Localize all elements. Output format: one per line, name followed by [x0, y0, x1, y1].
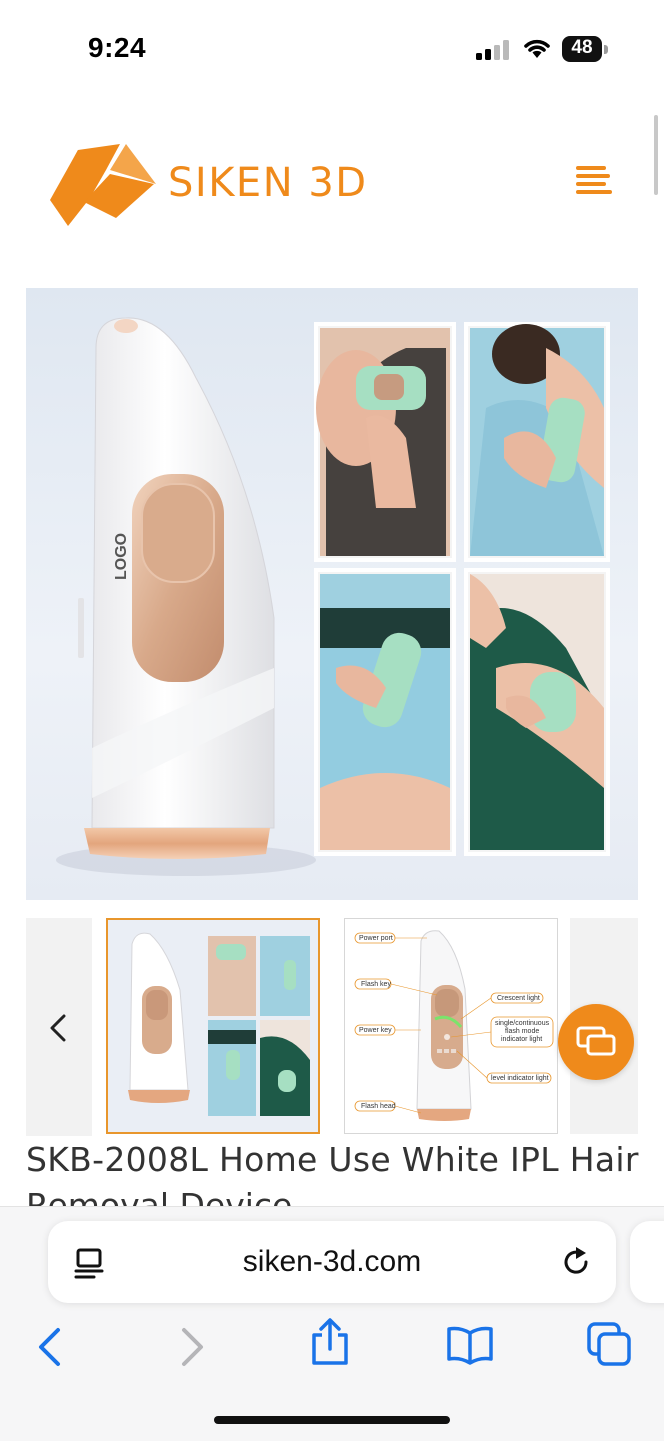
callout-power-key: Power key	[359, 1027, 392, 1034]
home-indicator[interactable]	[214, 1416, 450, 1424]
callout-power-port: Power port	[359, 935, 393, 942]
callout-crescent-light: Crescent light	[497, 995, 540, 1002]
brand-name[interactable]: SIKEN 3D	[168, 160, 368, 206]
callout-indicator-light: indicator light	[501, 1036, 542, 1043]
callout-flash-mode: flash mode	[505, 1028, 539, 1035]
thumbnail-carousel: Power port Flash key Power key Flash hea…	[26, 918, 638, 1136]
url-text[interactable]: siken-3d.com	[48, 1245, 616, 1279]
back-icon[interactable]	[36, 1327, 62, 1367]
chat-icon	[576, 1026, 616, 1056]
status-bar: 9:24 48	[0, 0, 664, 100]
product-main-image[interactable]: LOGO	[26, 288, 638, 900]
product-title: SKB-2008L Home Use White IPL Hair	[26, 1140, 639, 1179]
status-time: 9:24	[88, 32, 147, 63]
callout-flash-key: Flash key	[361, 981, 391, 988]
battery-level: 48	[571, 37, 593, 58]
thumbnail-1-selected[interactable]	[106, 918, 320, 1134]
bookmarks-icon[interactable]	[446, 1325, 494, 1365]
hamburger-menu-icon[interactable]	[576, 166, 614, 196]
share-icon[interactable]	[310, 1317, 350, 1367]
device-logo-text: LOGO	[113, 533, 130, 580]
callout-flash-head: Flash head	[361, 1103, 396, 1110]
reload-icon[interactable]	[560, 1245, 594, 1279]
battery-icon: 48	[562, 36, 608, 62]
product-title-line2: Removal Device	[26, 1186, 293, 1206]
page-scrollbar[interactable]	[654, 115, 658, 195]
browser-bottom-bar: siken-3d.com	[0, 1206, 664, 1441]
chevron-left-icon	[50, 1014, 66, 1042]
forward-icon[interactable]	[180, 1327, 206, 1367]
tabs-icon[interactable]	[586, 1321, 632, 1367]
callout-single-continuous: single/continuous	[495, 1020, 550, 1027]
carousel-prev-button[interactable]	[26, 918, 92, 1136]
chat-button[interactable]	[558, 1004, 634, 1080]
callout-level-indicator: level indicator light	[491, 1075, 549, 1082]
next-tab-address-bar[interactable]	[630, 1221, 664, 1303]
wifi-icon	[524, 39, 550, 58]
thumbnail-2[interactable]: Power port Flash key Power key Flash hea…	[344, 918, 558, 1134]
address-bar[interactable]: siken-3d.com	[48, 1221, 616, 1303]
cellular-signal-icon	[476, 40, 509, 60]
